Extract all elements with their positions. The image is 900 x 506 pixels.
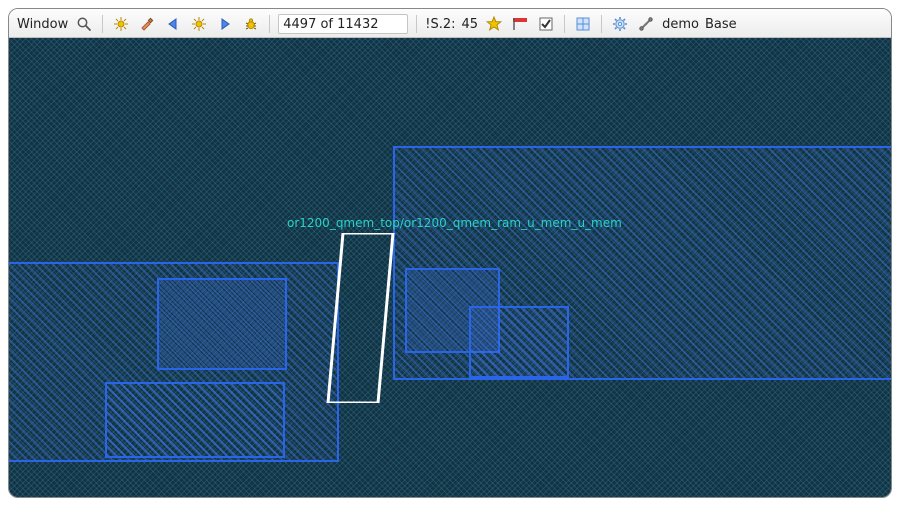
gear-icon[interactable] bbox=[610, 14, 630, 34]
toolbar-sep bbox=[564, 15, 565, 33]
app-window: Window bbox=[8, 8, 892, 498]
layout-canvas[interactable]: or1200_qmem_top/or1200_qmem_ram_u_mem_u_… bbox=[9, 38, 891, 498]
toolbar-sep bbox=[102, 15, 103, 33]
toolbar: Window bbox=[9, 9, 891, 38]
region-block bbox=[393, 146, 891, 380]
status2-label: !S.2: bbox=[425, 17, 455, 32]
counter-field[interactable] bbox=[278, 14, 408, 34]
region-block bbox=[157, 278, 287, 370]
next-icon[interactable] bbox=[215, 14, 235, 34]
mode-demo[interactable]: demo bbox=[662, 17, 699, 32]
check-icon[interactable] bbox=[536, 14, 556, 34]
brush-icon[interactable] bbox=[137, 14, 157, 34]
star-icon[interactable] bbox=[484, 14, 504, 34]
highlight-icon[interactable] bbox=[111, 14, 131, 34]
tools-icon[interactable] bbox=[636, 14, 656, 34]
zoom-icon[interactable] bbox=[74, 14, 94, 34]
prev-icon[interactable] bbox=[163, 14, 183, 34]
region-block bbox=[9, 262, 339, 462]
toolbar-sep bbox=[269, 15, 270, 33]
selected-cell bbox=[322, 233, 402, 403]
mode-base[interactable]: Base bbox=[705, 17, 737, 32]
sun-icon[interactable] bbox=[189, 14, 209, 34]
toolbar-sep bbox=[601, 15, 602, 33]
window-menu[interactable]: Window bbox=[17, 17, 68, 32]
layout-icon[interactable] bbox=[573, 14, 593, 34]
instance-label: or1200_qmem_top/or1200_qmem_ram_u_mem_u_… bbox=[287, 216, 622, 230]
region-block bbox=[105, 382, 285, 458]
status2-value: 45 bbox=[462, 17, 479, 32]
toolbar-sep bbox=[416, 15, 417, 33]
region-block bbox=[469, 306, 569, 378]
region-block bbox=[405, 268, 500, 353]
bug-icon[interactable] bbox=[241, 14, 261, 34]
flag-icon[interactable] bbox=[510, 14, 530, 34]
